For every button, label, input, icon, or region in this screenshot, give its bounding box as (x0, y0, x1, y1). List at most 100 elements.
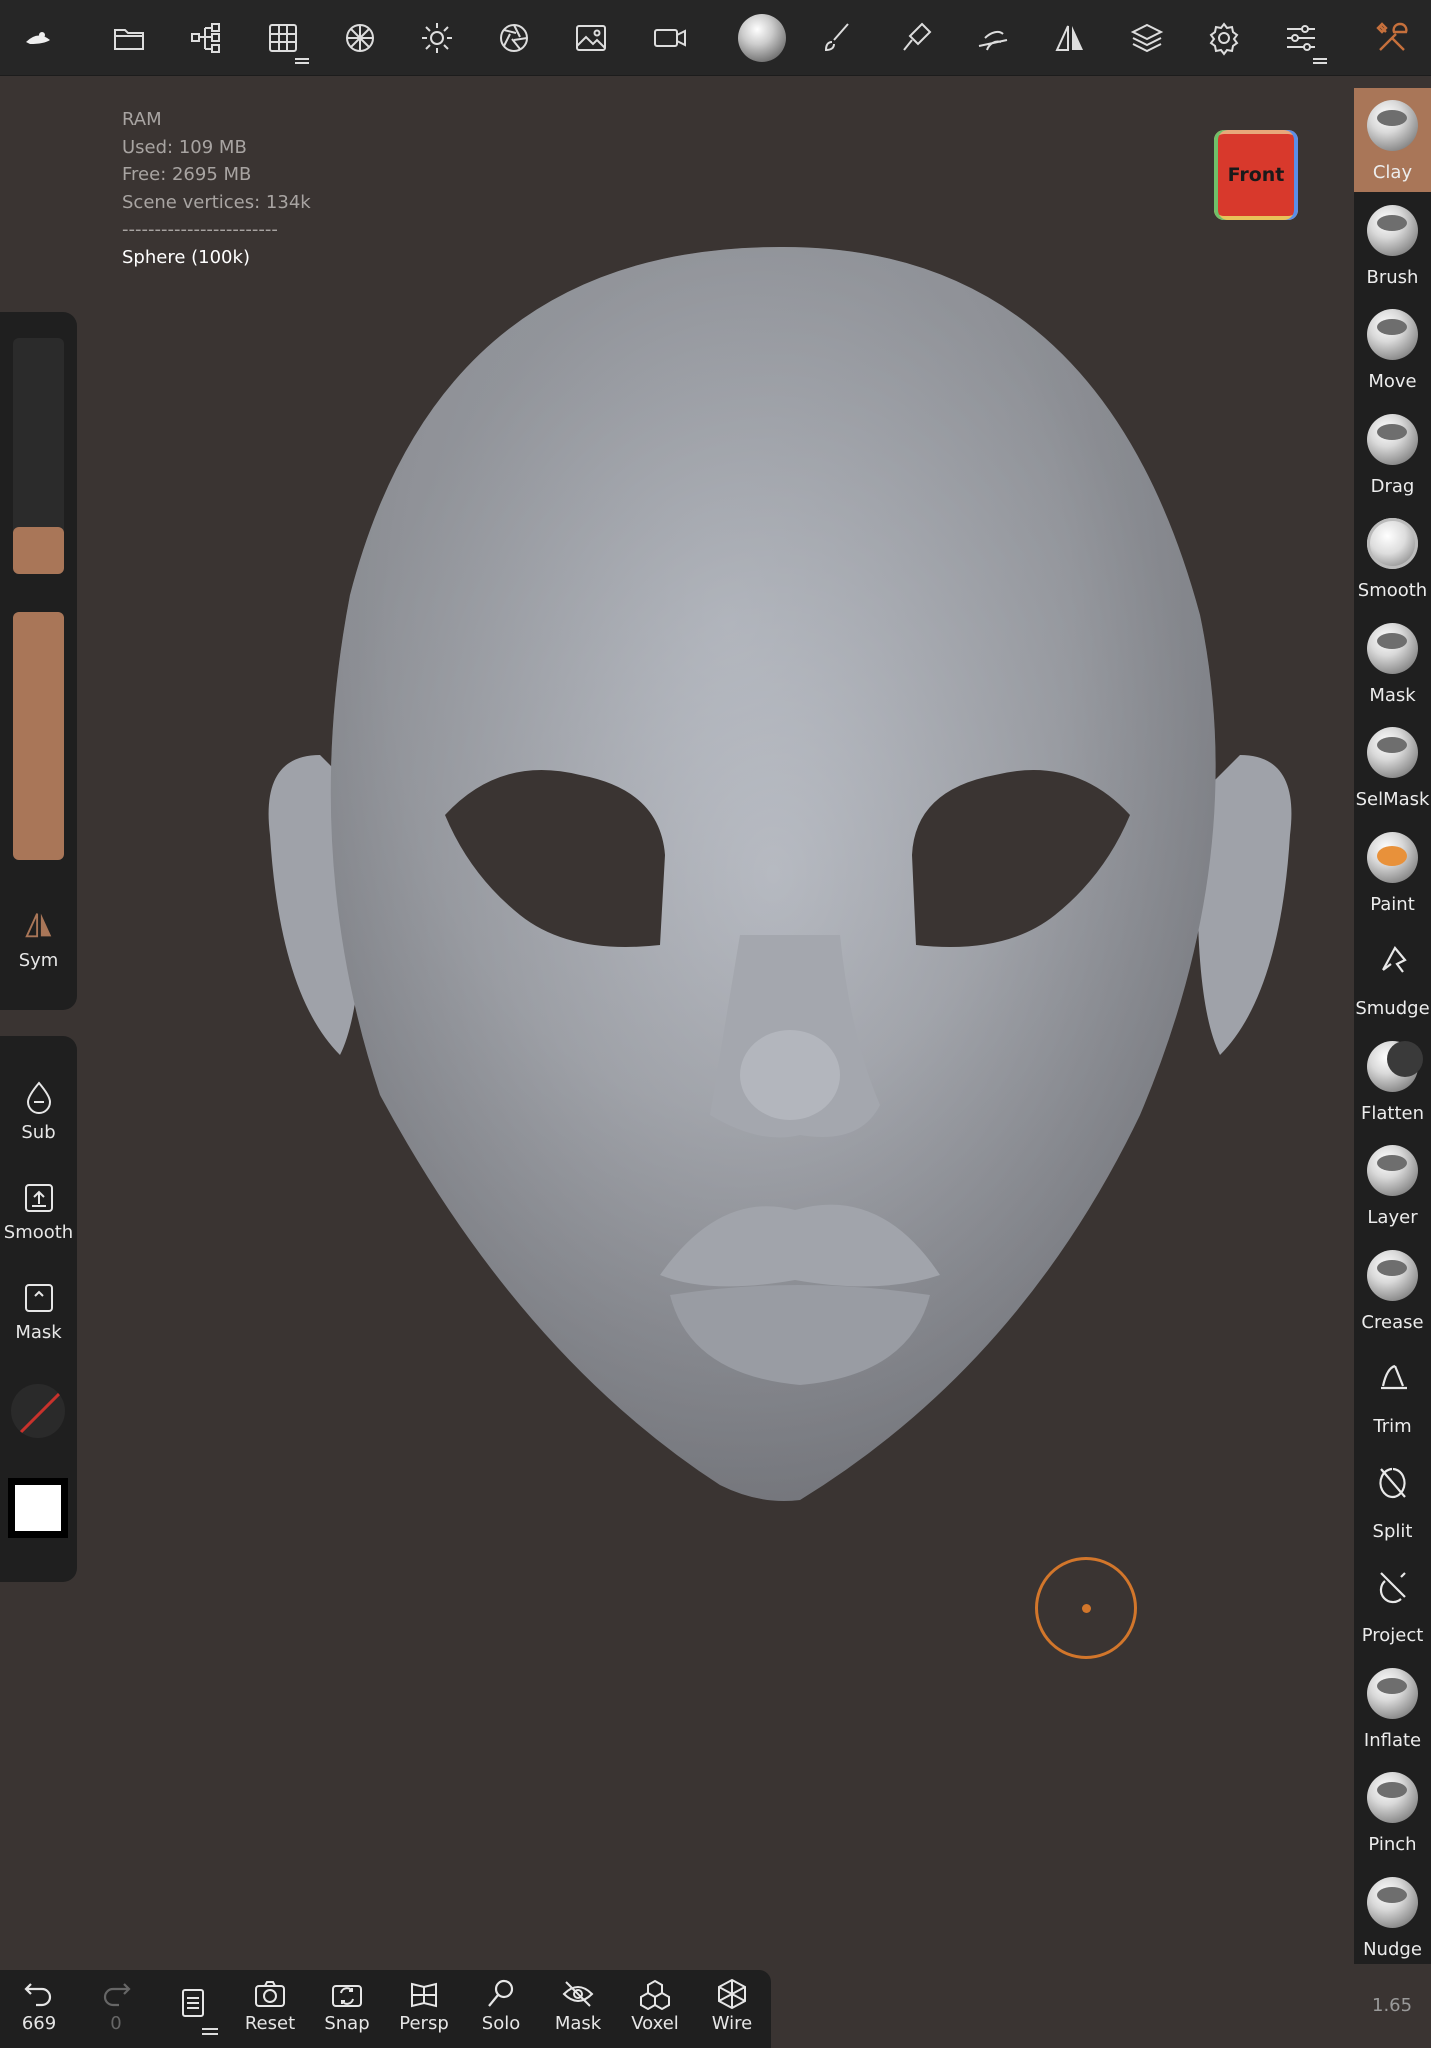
view-cube-face: Front (1227, 164, 1285, 186)
color-swatch-button[interactable] (8, 1478, 68, 1538)
tools-icon[interactable] (1366, 12, 1418, 64)
brush-label: Clay (1372, 162, 1413, 183)
sub-button[interactable]: Sub (0, 1080, 77, 1143)
no-texture-icon (13, 1386, 65, 1438)
brush-label: Pinch (1368, 1834, 1417, 1855)
persp-button[interactable]: Persp (389, 1978, 459, 2034)
redo-button[interactable]: 0 (81, 1978, 151, 2034)
ram-label: RAM (122, 109, 162, 130)
brush-list-panel: Clay Brush Move Drag Smooth Mask SelMask Paint S… (1354, 88, 1431, 1964)
sliders-icon[interactable] (1275, 12, 1327, 64)
drop-icon (26, 1081, 51, 1114)
wireframe-icon (718, 1978, 746, 2010)
voxel-button[interactable]: Voxel (620, 1978, 690, 2034)
brush-brush[interactable]: Brush (1354, 193, 1431, 297)
smooth-icon (1367, 518, 1418, 569)
layers-icon[interactable] (1121, 12, 1173, 64)
brush-pinch[interactable]: Pinch (1354, 1760, 1431, 1864)
mask-label: Mask (15, 1322, 62, 1343)
wire-button[interactable]: Wire (697, 1978, 767, 2034)
brush-dent (1377, 1782, 1407, 1798)
drag-icon (1367, 413, 1418, 465)
undo-icon (24, 1983, 52, 2007)
alpha-texture-button[interactable] (11, 1384, 65, 1438)
smudge-icon (1382, 946, 1407, 973)
mask-box-icon (24, 1284, 53, 1312)
viewport-3d[interactable] (240, 235, 1320, 1515)
brush-layer[interactable]: Layer (1354, 1133, 1431, 1237)
brush-dent (1377, 1155, 1407, 1171)
brush-label: Smudge (1355, 998, 1430, 1019)
sym-label: Sym (18, 950, 59, 971)
camera-aperture-icon[interactable] (488, 12, 540, 64)
brush-dent (1377, 110, 1407, 126)
smooth-box-icon (24, 1184, 53, 1212)
brush-drag[interactable]: Drag (1354, 402, 1431, 506)
brush-smooth[interactable]: Smooth (1354, 506, 1431, 610)
mask-visibility-button[interactable]: Mask (543, 1978, 613, 2034)
snap-button[interactable]: Snap (312, 1978, 382, 2034)
symmetry-icon[interactable] (1044, 12, 1096, 64)
snap-icon (332, 1985, 362, 2007)
brush-flatten[interactable]: Flatten (1354, 1029, 1431, 1133)
topology-icon[interactable] (334, 12, 386, 64)
brush-move[interactable]: Move (1354, 297, 1431, 401)
solo-button[interactable]: Solo (466, 1978, 536, 2034)
logo-icon[interactable] (12, 12, 64, 64)
brush-dent (1377, 1886, 1407, 1903)
trim-icon (1381, 1364, 1407, 1390)
history-button[interactable] (158, 1988, 228, 2035)
gizmo-icon[interactable] (967, 12, 1019, 64)
settings-icon[interactable] (1198, 12, 1250, 64)
brush-label: Layer (1367, 1207, 1418, 1228)
material-icon[interactable] (734, 10, 790, 66)
brush-dent (1377, 737, 1407, 753)
flatten-cut (1387, 1040, 1423, 1077)
intensity-slider[interactable] (13, 612, 64, 860)
brush-label: Paint (1370, 893, 1415, 915)
radius-slider-fill (13, 527, 64, 574)
brush-mask[interactable]: Mask (1354, 611, 1431, 715)
left-tools-panel: Sub Smooth Mask (0, 1036, 77, 1582)
symmetry-icon (24, 913, 51, 938)
mask-visibility-label: Mask (554, 2013, 602, 2034)
sub-label: Sub (21, 1122, 56, 1143)
brush-crease[interactable]: Crease (1354, 1238, 1431, 1342)
perspective-icon (411, 1982, 437, 2008)
stroke-icon[interactable] (890, 12, 942, 64)
background-image-icon[interactable] (565, 12, 617, 64)
brush-selmask[interactable]: SelMask (1354, 715, 1431, 819)
brush-smudge[interactable]: Smudge (1354, 924, 1431, 1028)
radius-slider[interactable] (13, 338, 64, 574)
grid-icon[interactable] (257, 12, 309, 64)
video-icon[interactable] (644, 12, 696, 64)
brush-split[interactable]: Split (1354, 1447, 1431, 1551)
brush-nudge[interactable]: Nudge (1354, 1865, 1431, 1965)
redo-icon (103, 1983, 131, 2007)
brush-clay[interactable]: Clay (1354, 88, 1431, 192)
lighting-icon[interactable] (411, 12, 463, 64)
sym-button[interactable]: Sym (0, 908, 77, 971)
view-cube[interactable]: Front (1214, 130, 1298, 220)
brush-label: Project (1361, 1625, 1424, 1646)
layer-icon (1367, 1145, 1418, 1196)
mask-button[interactable]: Mask (0, 1282, 77, 1343)
zoom-level: 1.65 (1372, 1995, 1413, 2016)
brush-paint[interactable]: Paint (1354, 820, 1431, 924)
scene-vertices: Scene vertices: 134k (122, 191, 311, 213)
brush-label: Nudge (1363, 1938, 1422, 1960)
brush-dent (1377, 319, 1407, 335)
brush-trim[interactable]: Trim (1354, 1342, 1431, 1446)
scene-tree-icon[interactable] (180, 12, 232, 64)
reset-button[interactable]: Reset (235, 1978, 305, 2034)
smooth-button[interactable]: Smooth (0, 1182, 77, 1243)
undo-button[interactable]: 669 (4, 1978, 74, 2034)
brush-label: Split (1372, 1520, 1413, 1542)
split-icon (1379, 1467, 1406, 1498)
folder-icon[interactable] (103, 12, 155, 64)
paint-brush-icon[interactable] (812, 12, 864, 64)
selected-object[interactable]: Sphere (100k) (122, 244, 311, 272)
brush-project[interactable]: Project (1354, 1551, 1431, 1655)
brush-inflate[interactable]: Inflate (1354, 1656, 1431, 1760)
brush-label: Flatten (1361, 1102, 1424, 1124)
